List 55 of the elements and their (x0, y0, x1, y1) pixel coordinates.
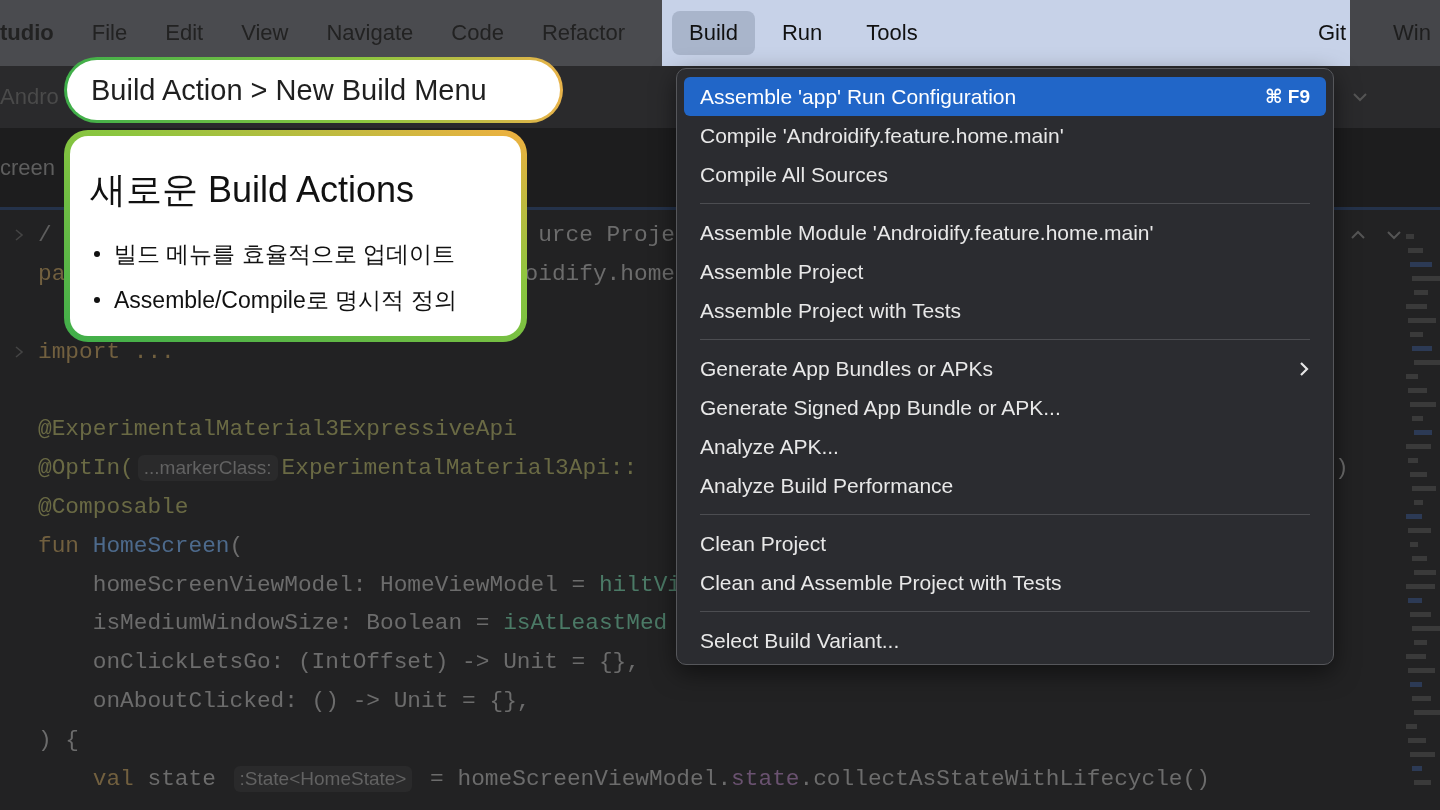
code-text: pa (38, 261, 66, 288)
chevron-up-icon[interactable] (1350, 230, 1366, 240)
menu-item[interactable]: Assemble 'app' Run Configuration ⌘ F9 (684, 77, 1326, 116)
code-text: ( (229, 532, 244, 559)
code-text: .collectAsStateWithLifecycle() (799, 765, 1210, 792)
code-text: val (91, 765, 135, 792)
code-text: onAboutClicked: () -> Unit = {}, (91, 687, 531, 714)
menu-item[interactable]: Generate Signed App Bundle or APK... (684, 388, 1326, 427)
inlay-hint: :State<HomeState> (233, 765, 413, 792)
code-text: @ExperimentalMaterial3ExpressiveApi (38, 416, 517, 443)
menu-item[interactable]: Compile 'Androidify.feature.home.main' (684, 116, 1326, 155)
code-text: onClickLetsGo: (IntOffset) -> Unit = {}, (91, 649, 640, 676)
chevron-down-icon[interactable] (1386, 230, 1402, 240)
code-text: = homeScreenViewModel. (429, 765, 732, 792)
code-text: ) { (38, 726, 80, 753)
bullet-text: Assemble/Compile로 명시적 정의 (114, 285, 457, 315)
code-text: / (38, 222, 52, 249)
code-text: state (147, 765, 217, 792)
bullet-dot (94, 297, 100, 303)
code-text: ) (1335, 455, 1349, 482)
menu-item[interactable]: Tools (849, 11, 935, 55)
menu-item[interactable]: Assemble Project (684, 252, 1326, 291)
code-text: isAtLeastMed (503, 610, 668, 637)
menu-item[interactable]: Assemble Module 'Androidify.feature.home.main' (684, 213, 1326, 252)
menu-item[interactable]: Clean Project (684, 524, 1326, 563)
code-text: isMediumWindowSize: Boolean = (91, 610, 491, 637)
code-text: @OptIn( (38, 455, 134, 482)
card-title: 새로운 Build Actions (90, 168, 416, 212)
fold-chevron-icon[interactable] (14, 228, 24, 243)
menu-item[interactable]: Compile All Sources (684, 155, 1326, 194)
code-text: @Composable (38, 493, 189, 520)
menu-item[interactable]: Run (764, 11, 840, 55)
code-text: ExperimentalMaterial3Api:: (281, 455, 638, 482)
code-text: fun (38, 532, 81, 559)
menu-item[interactable]: Generate App Bundles or APKs (684, 349, 1326, 388)
menu-item[interactable]: Build (672, 11, 755, 55)
menu-item[interactable]: Clean and Assemble Project with Tests (684, 563, 1326, 602)
chevron-down-icon[interactable] (1352, 92, 1368, 102)
code-text: HomeScreen (92, 532, 230, 559)
code-text: oidify.home (524, 261, 675, 288)
inlay-hint: ...markerClass: (137, 455, 278, 482)
code-text: urce Proje (538, 222, 675, 249)
callout-title: Build Action > New Build Menu (91, 73, 487, 107)
code-text: homeScreenViewModel: HomeViewModel = (91, 571, 587, 598)
code-text: import ... (38, 338, 175, 365)
code-text: state (731, 765, 800, 792)
menu-item[interactable]: Select Build Variant... (684, 621, 1326, 660)
menu-item[interactable]: Analyze Build Performance (684, 466, 1326, 505)
menu-item[interactable]: Analyze APK... (684, 427, 1326, 466)
bullet-dot (94, 251, 100, 257)
code-text: hiltVi (598, 571, 681, 598)
menu-item[interactable]: Assemble Project with Tests (684, 291, 1326, 330)
menu-item[interactable]: Git (1300, 11, 1350, 55)
bullet-text: 빌드 메뉴를 효율적으로 업데이트 (114, 239, 456, 269)
fold-chevron-icon[interactable] (14, 344, 24, 359)
